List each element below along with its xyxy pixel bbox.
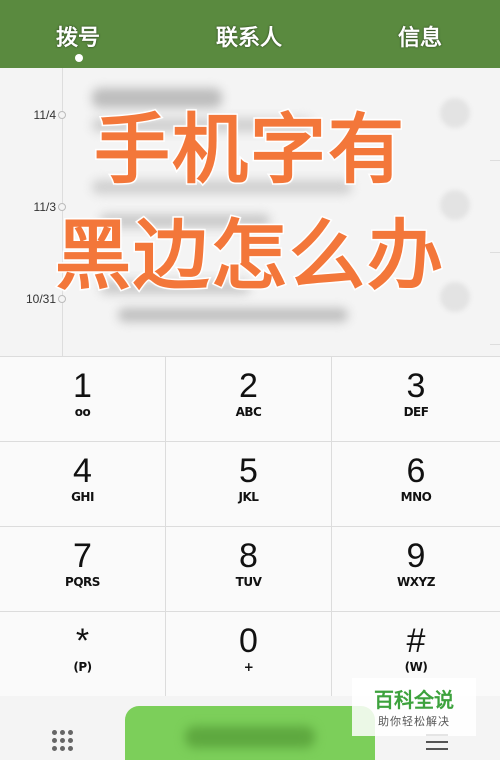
row-divider	[490, 344, 500, 345]
key-digit: 1	[73, 367, 92, 405]
key-digit: 8	[239, 537, 258, 575]
overlay-title-line2: 黑边怎么办	[54, 210, 445, 302]
key-5[interactable]: 5 JKL	[166, 442, 332, 527]
key-4[interactable]: 4 GHI	[0, 442, 166, 527]
key-digit: 6	[406, 452, 426, 490]
watermark-title: 百科全说	[374, 688, 454, 712]
key-9[interactable]: 9 WXYZ	[332, 527, 500, 612]
key-letters: (W)	[404, 660, 428, 674]
key-letters: MNO	[400, 490, 432, 504]
watermark-subtitle: 助你轻松解决	[378, 715, 450, 728]
key-letters: +	[243, 660, 254, 674]
key-digit: *	[75, 622, 90, 660]
key-letters: TUV	[235, 575, 262, 589]
key-digit: 2	[239, 367, 258, 405]
tab-contacts[interactable]: 联系人	[216, 20, 282, 52]
dialpad-icon[interactable]	[52, 730, 74, 752]
key-letters: PQRS	[65, 575, 100, 589]
key-digit: 3	[406, 367, 426, 405]
watermark-logo: 百科全说 助你轻松解决	[352, 678, 476, 736]
key-letters: GHI	[71, 490, 94, 504]
key-letters: (P)	[73, 660, 92, 674]
key-letters: JKL	[238, 490, 259, 504]
key-3[interactable]: 3 DEF	[332, 357, 500, 442]
key-letters: DEF	[403, 405, 429, 419]
key-digit: 5	[239, 452, 258, 490]
key-digit: 4	[73, 452, 92, 490]
key-letters: WXYZ	[397, 575, 435, 589]
key-6[interactable]: 6 MNO	[332, 442, 500, 527]
tab-dial[interactable]: 拨号	[56, 20, 100, 52]
key-letters: ABC	[235, 405, 262, 419]
key-digit: #	[406, 622, 426, 660]
voicemail-icon: oo	[74, 405, 91, 419]
key-2[interactable]: 2 ABC	[166, 357, 332, 442]
key-digit: 9	[406, 537, 426, 575]
key-digit: 0	[239, 622, 258, 660]
key-7[interactable]: 7 PQRS	[0, 527, 166, 612]
key-1[interactable]: 1 oo	[0, 357, 166, 442]
key-8[interactable]: 8 TUV	[166, 527, 332, 612]
blurred-call-detail	[118, 308, 348, 322]
dial-keypad: 1 oo 2 ABC 3 DEF 4 GHI 5 JKL 6 MNO 7 PQR…	[0, 356, 500, 697]
tab-messages[interactable]: 信息	[398, 20, 442, 52]
menu-icon[interactable]	[426, 734, 448, 750]
active-tab-indicator	[75, 54, 83, 62]
overlay-title-line1: 手机字有	[93, 104, 406, 196]
tab-bar: 拨号 联系人 信息	[0, 0, 500, 68]
call-button[interactable]	[125, 706, 375, 760]
key-digit: 7	[73, 537, 92, 575]
phone-icon	[185, 726, 315, 748]
key-0[interactable]: 0 +	[166, 612, 332, 697]
key-star[interactable]: * (P)	[0, 612, 166, 697]
